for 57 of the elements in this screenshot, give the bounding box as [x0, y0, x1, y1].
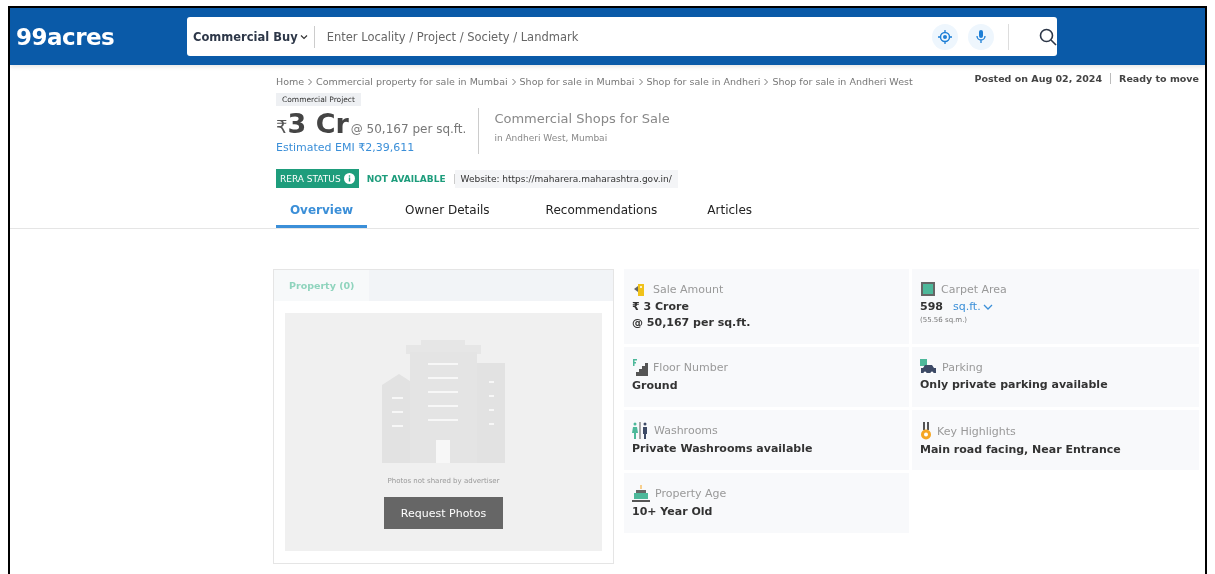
breadcrumb-link[interactable]: Commercial property for sale in Mumbai	[316, 76, 508, 87]
detail-label: Property Age	[655, 487, 727, 500]
detail-value: ₹ 3 Crore	[632, 300, 690, 313]
section-tab[interactable]: Owner Details	[405, 195, 490, 228]
price-rate: @ 50,167 per sq.ft.	[350, 122, 467, 136]
request-photos-button[interactable]: Request Photos	[384, 497, 503, 529]
info-icon[interactable]	[343, 173, 355, 184]
breadcrumb-link[interactable]: Home	[276, 76, 305, 87]
rera-status-value: NOT AVAILABLE	[358, 173, 455, 184]
rera-status-label: RERA STATUS	[276, 169, 359, 188]
washroom-icon	[632, 422, 649, 439]
detail-label: Key Highlights	[937, 424, 1016, 438]
chevron-right-icon	[510, 77, 517, 86]
category-dropdown[interactable]: Commercial Buy	[187, 25, 315, 48]
detail-label: Sale Amount	[653, 282, 724, 296]
emi-link[interactable]: Estimated EMI ₹2,39,611	[276, 141, 467, 154]
chevron-down-icon	[982, 302, 993, 311]
detail-value: Main road facing, Near Entrance	[920, 443, 1122, 456]
detail-value: Private Washrooms available	[632, 442, 814, 455]
chevron-right-icon	[637, 77, 644, 86]
medal-icon	[920, 422, 932, 440]
microphone-icon	[975, 29, 987, 44]
detail-value: 598	[920, 300, 943, 313]
logo[interactable]: 99acres	[16, 23, 187, 50]
detail-value: Only private parking available	[920, 378, 1109, 391]
detail-value: 10+ Year Old	[632, 505, 714, 518]
unit-dropdown[interactable]: sq.ft.	[952, 300, 993, 313]
chevron-down-icon	[299, 32, 308, 41]
possession-status: Ready to move	[1110, 73, 1199, 84]
price: 3 Cr	[287, 108, 349, 139]
listing-title: Commercial Shops for Sale	[494, 111, 670, 126]
detail-label: Parking	[942, 360, 983, 374]
area-icon	[920, 281, 936, 297]
section-tab[interactable]: Overview	[276, 195, 367, 228]
cake-icon	[632, 485, 650, 502]
detail-label: Carpet Area	[941, 282, 1007, 296]
location-icon	[938, 29, 952, 44]
detail-label: Floor Number	[653, 361, 729, 374]
detail-label: Washrooms	[654, 424, 718, 437]
stairs-icon	[632, 359, 648, 376]
section-tab[interactable]: Recommendations	[545, 195, 658, 228]
chevron-right-icon	[307, 77, 314, 86]
chevron-right-icon	[763, 77, 770, 86]
detail-value: @ 50,167 per sq.ft.	[632, 316, 752, 329]
breadcrumb-link[interactable]: Shop for sale in Andheri West	[772, 76, 913, 87]
breadcrumb-link[interactable]: Shop for sale in Andheri	[646, 76, 761, 87]
car-icon	[920, 359, 937, 375]
search-icon[interactable]	[1039, 27, 1057, 46]
posted-date: Posted on Aug 02, 2024	[973, 73, 1104, 84]
section-tab[interactable]: Articles	[707, 195, 753, 228]
location-button[interactable]	[932, 23, 958, 50]
rera-website: Website: https://maharera.maharashtra.gov.in/	[454, 169, 678, 188]
breadcrumb-link[interactable]: Shop for sale in Mumbai	[519, 76, 635, 87]
microphone-button[interactable]	[968, 23, 994, 50]
listing-location: in Andheri West, Mumbai	[494, 133, 609, 143]
detail-value: Ground	[632, 379, 679, 392]
currency-symbol: ₹	[276, 116, 288, 137]
